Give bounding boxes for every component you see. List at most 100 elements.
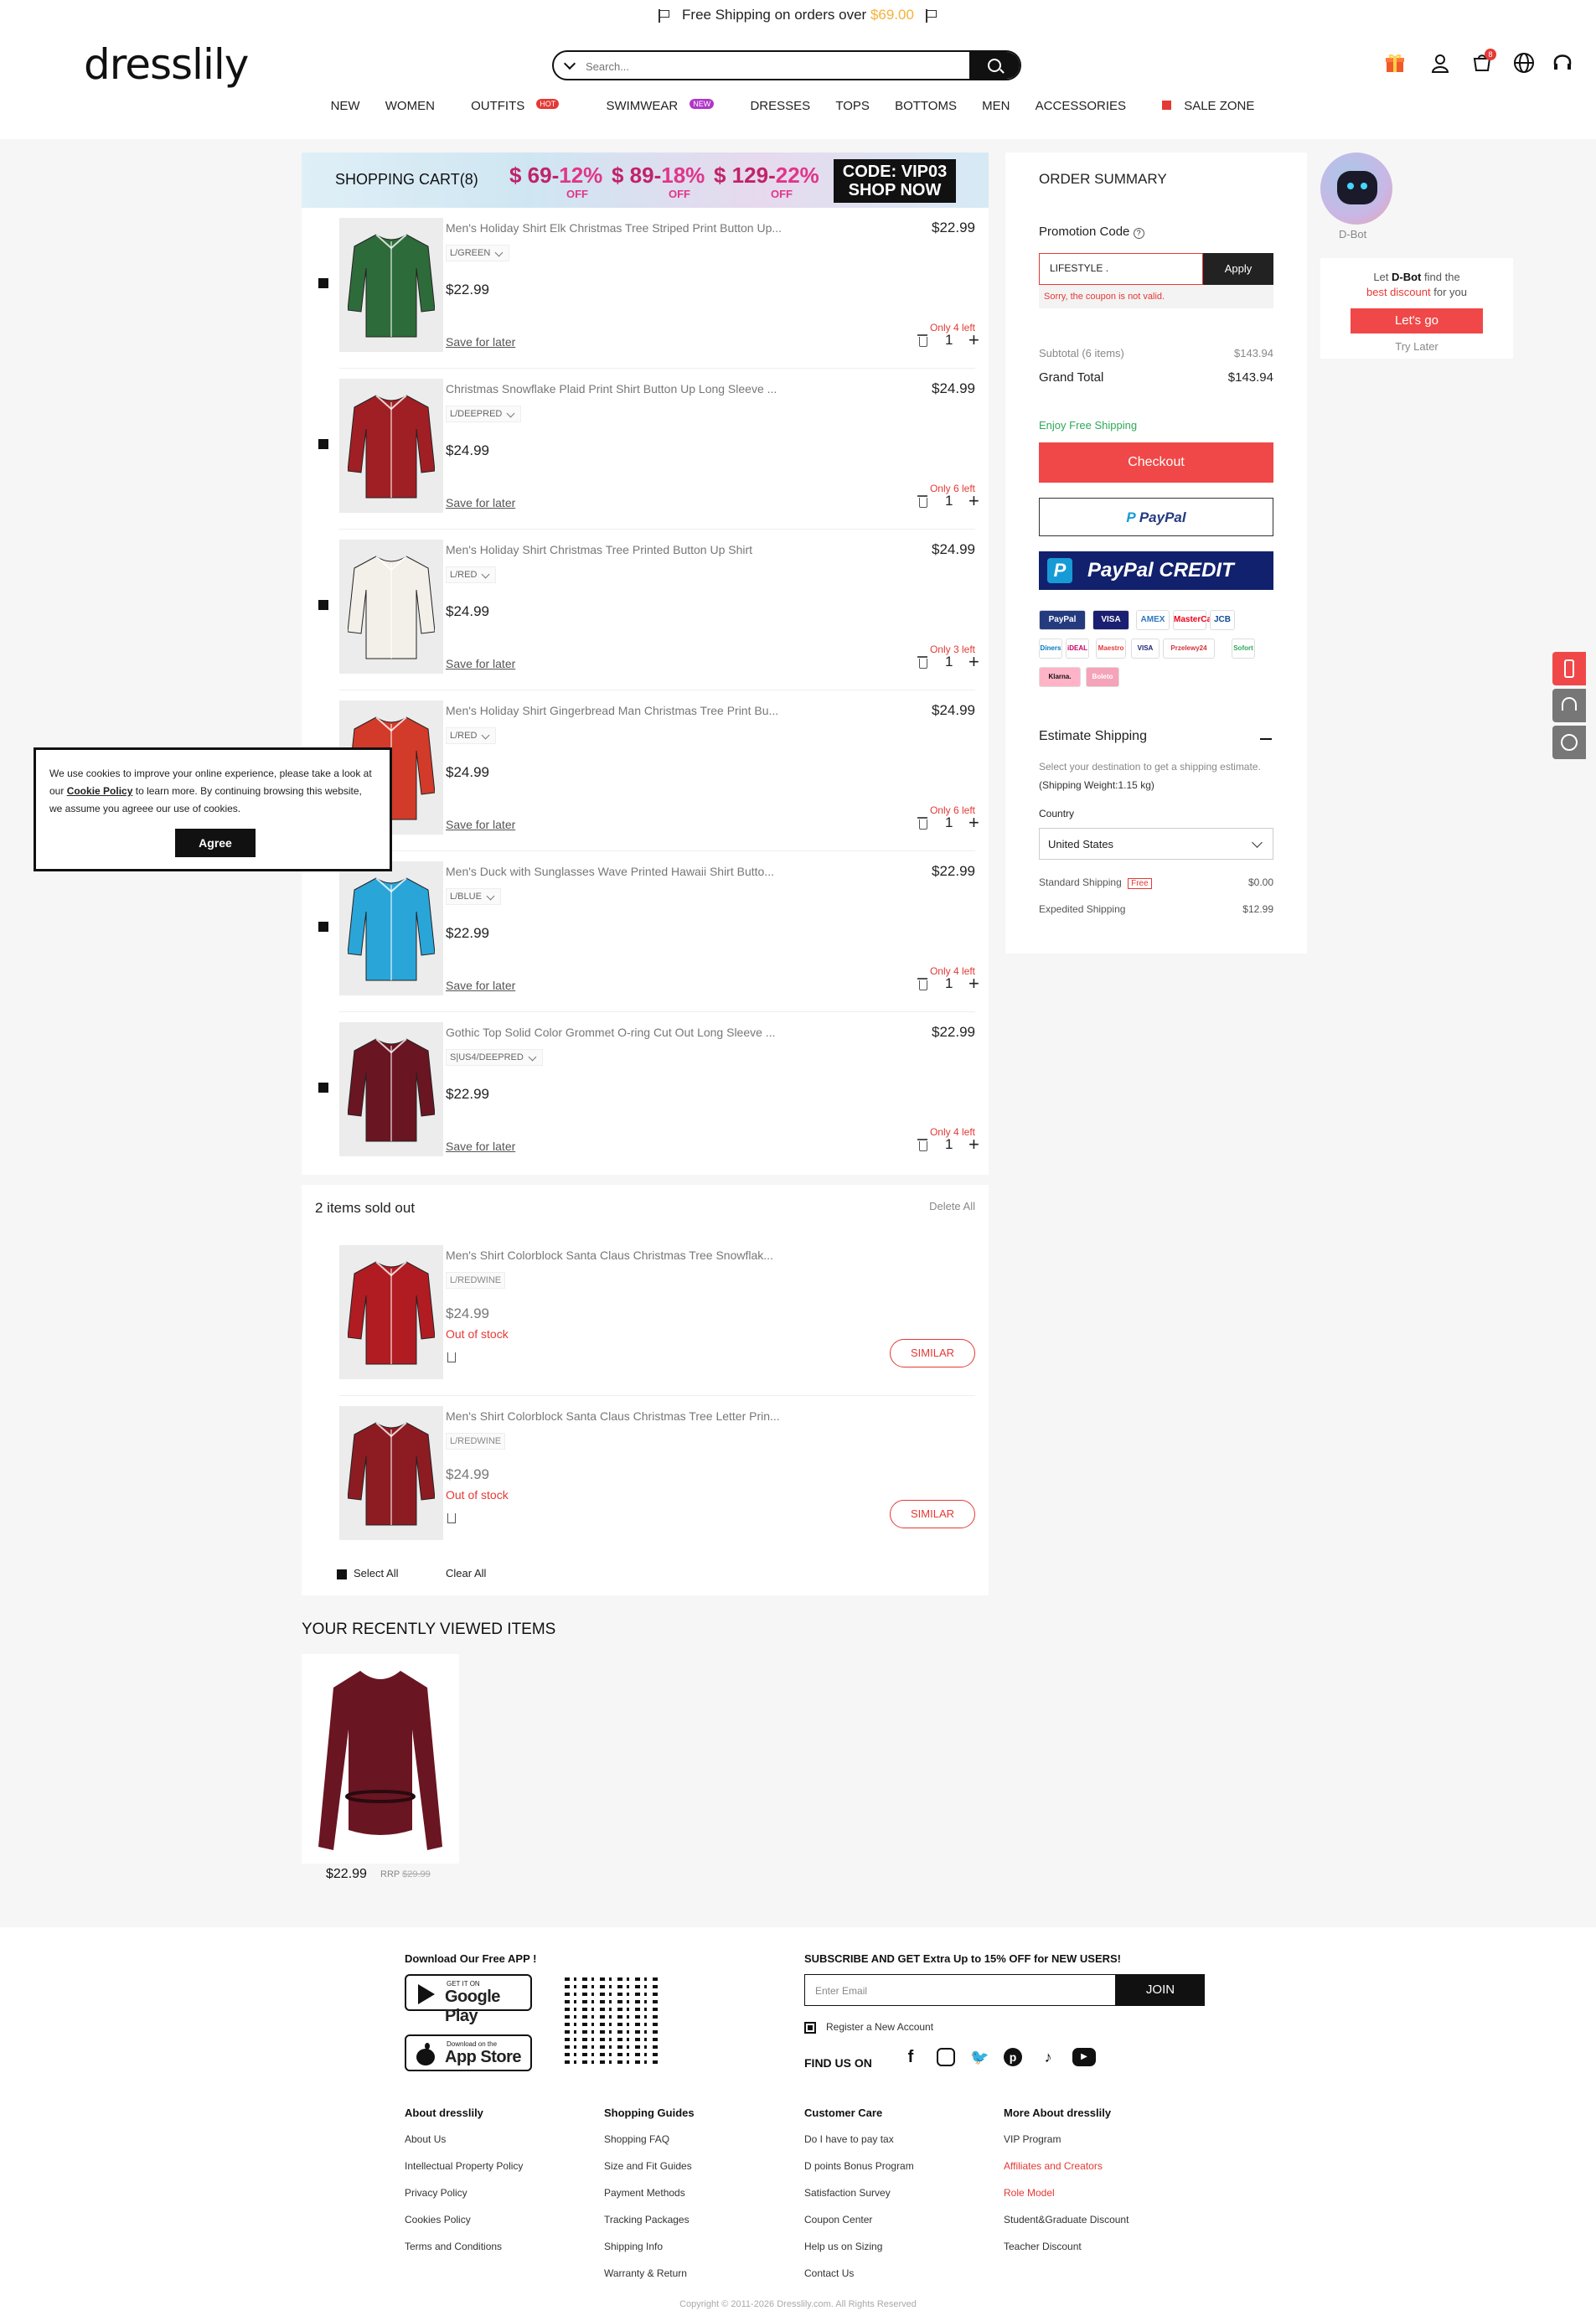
save-for-later-link[interactable]: Save for later: [446, 496, 515, 509]
footer-link[interactable]: Payment Methods: [604, 2187, 685, 2199]
footer-link[interactable]: Warranty & Return: [604, 2267, 687, 2279]
footer-link[interactable]: About Us: [405, 2133, 446, 2145]
globe-icon[interactable]: [1513, 52, 1535, 74]
nav-dresses[interactable]: DRESSES: [750, 99, 810, 113]
footer-link[interactable]: D points Bonus Program: [804, 2160, 914, 2172]
google-play-button[interactable]: GET IT ON Google Play: [405, 1974, 532, 2025]
variant-select[interactable]: L/RED: [446, 727, 497, 744]
variant-select[interactable]: L/DEEPRED: [446, 406, 522, 422]
lets-go-button[interactable]: Let's go: [1351, 308, 1483, 333]
nav-sale-zone[interactable]: SALE ZONE: [1151, 99, 1265, 113]
cookie-settings-tab[interactable]: [1552, 726, 1586, 759]
user-icon[interactable]: [1429, 52, 1451, 74]
tiktok-icon[interactable]: ♪: [1039, 2048, 1057, 2066]
variant-select[interactable]: L/GREEN: [446, 245, 510, 261]
nav-bottoms[interactable]: BOTTOMS: [895, 99, 957, 113]
similar-button[interactable]: SIMILAR: [890, 1500, 975, 1528]
nav-new[interactable]: NEW: [331, 99, 360, 113]
shipping-option[interactable]: Standard Shipping Free: [1039, 876, 1152, 889]
variant-select[interactable]: L/BLUE: [446, 888, 501, 905]
agree-button[interactable]: Agree: [175, 829, 256, 857]
cart-icon[interactable]: 8: [1471, 49, 1496, 74]
product-name[interactable]: Men's Holiday Shirt Elk Christmas Tree S…: [446, 221, 823, 235]
trash-icon[interactable]: [917, 334, 927, 347]
select-all-checkbox[interactable]: Select All: [337, 1567, 398, 1579]
save-for-later-link[interactable]: Save for later: [446, 335, 515, 349]
nav-accessories[interactable]: ACCESSORIES: [1036, 99, 1126, 113]
item-checkbox[interactable]: [318, 439, 328, 449]
footer-link[interactable]: Size and Fit Guides: [604, 2160, 692, 2172]
plus-icon[interactable]: +: [968, 974, 979, 993]
plus-icon[interactable]: +: [968, 331, 979, 349]
checkout-button[interactable]: Checkout: [1039, 442, 1273, 483]
country-select[interactable]: United States: [1039, 828, 1273, 860]
variant-select[interactable]: S|US4/DEEPRED: [446, 1049, 543, 1066]
product-name[interactable]: Christmas Snowflake Plaid Print Shirt Bu…: [446, 382, 823, 395]
paypal-button[interactable]: P PayPal: [1039, 498, 1273, 536]
trash-icon[interactable]: [917, 1139, 927, 1151]
plus-icon[interactable]: +: [968, 492, 979, 510]
product-image[interactable]: [339, 540, 443, 674]
youtube-icon[interactable]: ▶: [1072, 2048, 1096, 2066]
product-name[interactable]: Men's Holiday Shirt Gingerbread Man Chri…: [446, 704, 823, 717]
cart-promo-banner[interactable]: SHOPPING CART(8) $ 69-12% OFF $ 89-18% OFF…: [302, 153, 989, 208]
d-bot-avatar[interactable]: [1320, 153, 1392, 225]
email-input[interactable]: Enter Email: [804, 1974, 1116, 2006]
product-image[interactable]: [339, 218, 443, 352]
save-for-later-link[interactable]: Save for later: [446, 1140, 515, 1153]
search-bar[interactable]: [552, 50, 1021, 80]
instagram-icon[interactable]: [937, 2048, 955, 2066]
item-checkbox[interactable]: [318, 922, 328, 932]
footer-link[interactable]: Privacy Policy: [405, 2187, 467, 2199]
footer-link[interactable]: Do I have to pay tax: [804, 2133, 894, 2145]
product-image[interactable]: [339, 379, 443, 513]
item-checkbox[interactable]: [318, 1083, 328, 1093]
footer-link[interactable]: Shipping Info: [604, 2241, 663, 2252]
delete-all-button[interactable]: Delete All: [929, 1200, 975, 1212]
try-later-link[interactable]: Try Later: [1320, 340, 1513, 353]
save-for-later-link[interactable]: Save for later: [446, 657, 515, 670]
shipping-option[interactable]: Expedited Shipping: [1039, 903, 1125, 915]
trash-icon[interactable]: [917, 978, 927, 990]
search-button[interactable]: [969, 52, 1020, 79]
footer-link[interactable]: Coupon Center: [804, 2214, 872, 2226]
search-input[interactable]: [586, 57, 937, 75]
trash-icon[interactable]: [447, 1352, 456, 1362]
join-button[interactable]: JOIN: [1116, 1974, 1205, 2006]
nav-outfits[interactable]: OUTFITS HOT: [460, 99, 570, 113]
footer-link[interactable]: Student&Graduate Discount: [1004, 2214, 1129, 2226]
help-icon[interactable]: ?: [1133, 228, 1144, 239]
product-name[interactable]: Gothic Top Solid Color Grommet O-ring Cu…: [446, 1026, 823, 1039]
plus-icon[interactable]: +: [968, 1135, 979, 1154]
product-name[interactable]: Men's Shirt Colorblock Santa Claus Chris…: [446, 1248, 823, 1262]
variant-select[interactable]: L/RED: [446, 566, 497, 583]
product-name[interactable]: Men's Duck with Sunglasses Wave Printed …: [446, 865, 823, 878]
clear-all-button[interactable]: Clear All: [446, 1567, 486, 1579]
trash-icon[interactable]: [917, 656, 927, 669]
footer-link[interactable]: Intellectual Property Policy: [405, 2160, 523, 2172]
footer-link[interactable]: Satisfaction Survey: [804, 2187, 891, 2199]
chevron-down-icon[interactable]: [563, 57, 576, 70]
footer-link[interactable]: Help us on Sizing: [804, 2241, 882, 2252]
paypal-credit-button[interactable]: P PayPal CREDIT: [1039, 551, 1273, 590]
nav-tops[interactable]: TOPS: [835, 99, 870, 113]
product-image[interactable]: [339, 1245, 443, 1379]
nav-men[interactable]: MEN: [982, 99, 1010, 113]
facebook-icon[interactable]: f: [901, 2048, 920, 2066]
footer-link[interactable]: Role Model: [1004, 2187, 1055, 2199]
footer-link[interactable]: Affiliates and Creators: [1004, 2160, 1103, 2172]
apply-button[interactable]: Apply: [1203, 253, 1273, 285]
trash-icon[interactable]: [917, 495, 927, 508]
product-name[interactable]: Men's Shirt Colorblock Santa Claus Chris…: [446, 1409, 823, 1423]
register-checkbox[interactable]: Register a New Account: [804, 2021, 933, 2034]
save-for-later-link[interactable]: Save for later: [446, 979, 515, 992]
nav-swimwear[interactable]: SWIMWEAR NEW: [595, 99, 725, 113]
footer-link[interactable]: Shopping FAQ: [604, 2133, 669, 2145]
plus-icon[interactable]: +: [968, 814, 979, 832]
trash-icon[interactable]: [447, 1513, 456, 1523]
product-image[interactable]: [339, 1406, 443, 1540]
product-image[interactable]: [339, 1022, 443, 1156]
recently-viewed-item[interactable]: [302, 1654, 459, 1864]
footer-link[interactable]: Cookies Policy: [405, 2214, 471, 2226]
footer-link[interactable]: Contact Us: [804, 2267, 854, 2279]
